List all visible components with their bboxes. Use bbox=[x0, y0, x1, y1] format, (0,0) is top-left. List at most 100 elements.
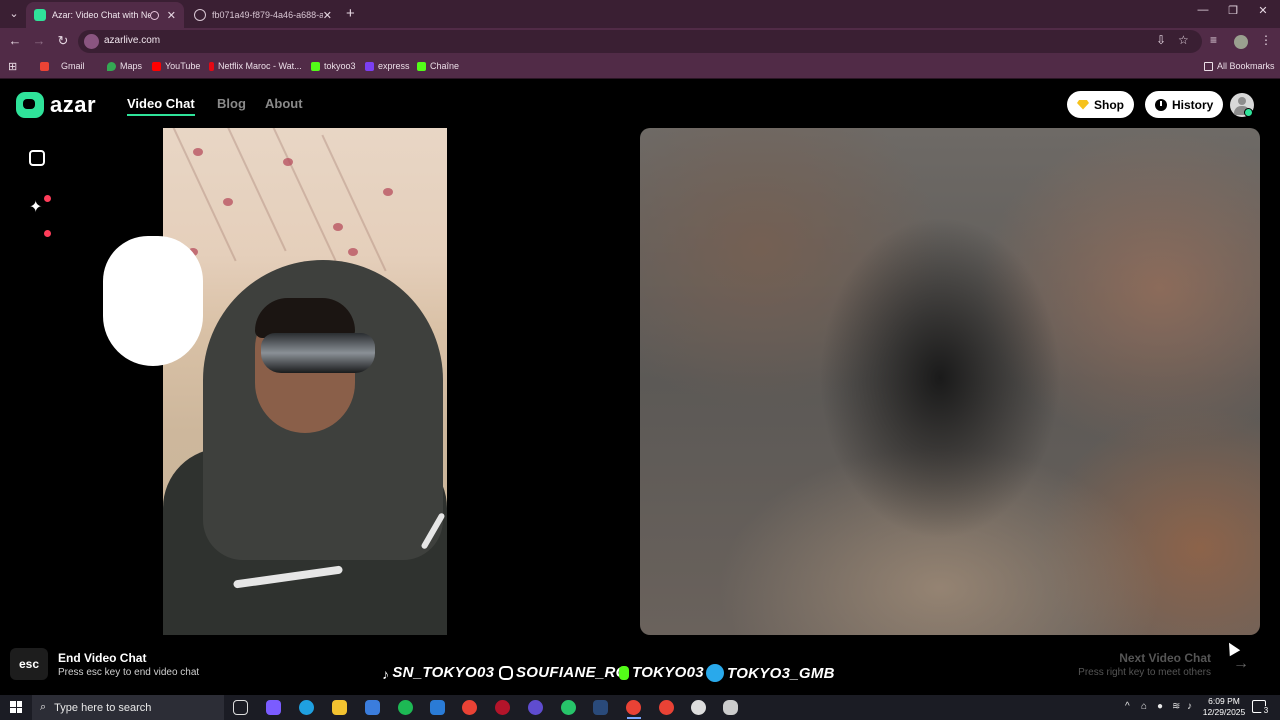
bookmark-gmail[interactable]: Gmail bbox=[40, 61, 85, 71]
azar-favicon-icon bbox=[34, 9, 46, 21]
tab-search-icon[interactable]: ⌄ bbox=[6, 6, 22, 22]
sparkle-effects-icon[interactable]: ✦ bbox=[29, 200, 45, 216]
express-icon bbox=[365, 61, 374, 71]
taskbar-date[interactable]: 12/29/2025 bbox=[1201, 707, 1247, 717]
notification-dot bbox=[44, 230, 51, 237]
folder-icon bbox=[1204, 61, 1213, 71]
social-handle: TOKYO3_GMB bbox=[727, 664, 835, 682]
notification-dot bbox=[44, 195, 51, 202]
nav-about[interactable]: About bbox=[265, 96, 303, 111]
end-chat-title[interactable]: End Video Chat bbox=[58, 651, 146, 665]
azar-logo-icon bbox=[16, 92, 44, 118]
tab-second[interactable]: fb071a49-f879-4a46-a688-a78 ✕ bbox=[186, 2, 340, 28]
close-window-button[interactable]: ✕ bbox=[1248, 4, 1278, 17]
wifi-icon[interactable]: ≋ bbox=[1172, 701, 1180, 712]
shop-button[interactable]: Shop bbox=[1067, 91, 1134, 118]
mail-icon[interactable] bbox=[430, 700, 445, 715]
taskbar-search[interactable]: ⌕ Type here to search bbox=[32, 695, 224, 720]
tiktok-icon: ♪ bbox=[382, 665, 390, 682]
reload-button[interactable]: ↻ bbox=[54, 33, 72, 49]
steam-icon[interactable] bbox=[593, 700, 608, 715]
tab-azar[interactable]: Azar: Video Chat with New ✕ bbox=[26, 2, 184, 28]
bookmark-tokyoo3[interactable]: tokyoo3 bbox=[311, 61, 356, 71]
back-button[interactable]: ← bbox=[6, 33, 24, 48]
all-bookmarks[interactable]: All Bookmarks bbox=[1204, 61, 1275, 71]
store-icon[interactable] bbox=[365, 700, 380, 715]
copilot-icon[interactable] bbox=[266, 700, 281, 715]
globe-icon bbox=[194, 9, 206, 21]
address-toolbar: ← → ↻ azarlive.com ⇩ ☆ ≡ ⋮ bbox=[0, 28, 1280, 55]
forward-button[interactable]: → bbox=[30, 33, 48, 48]
end-chat-hint: Press esc key to end video chat bbox=[58, 667, 200, 678]
spotify-icon[interactable] bbox=[398, 700, 413, 715]
close-tab-icon[interactable]: ✕ bbox=[167, 9, 176, 22]
chrome-icon[interactable] bbox=[462, 700, 477, 715]
browser-tab-strip: ⌄ Azar: Video Chat with New ✕ fb071a49-f… bbox=[0, 0, 1280, 28]
bookmark-chaine[interactable]: Chaîne bbox=[417, 61, 459, 71]
bookmark-star-icon[interactable]: ☆ bbox=[1178, 33, 1189, 47]
maximize-button[interactable]: ❐ bbox=[1218, 4, 1248, 17]
media-control-icon[interactable]: ≡ bbox=[1210, 33, 1217, 47]
nav-video-chat[interactable]: Video Chat bbox=[127, 96, 195, 111]
social-handle: SOUFIANE_RO bbox=[516, 664, 628, 681]
site-info-icon[interactable] bbox=[84, 34, 99, 49]
install-app-icon[interactable]: ⇩ bbox=[1156, 33, 1166, 47]
azar-logo[interactable]: azar bbox=[16, 92, 96, 118]
shop-label: Shop bbox=[1094, 97, 1124, 112]
windows-start-icon[interactable] bbox=[10, 701, 22, 713]
taskbar-time[interactable]: 6:09 PM bbox=[1204, 696, 1244, 706]
app-icon[interactable] bbox=[495, 700, 510, 715]
next-chat-hint: Press right key to meet others bbox=[1078, 667, 1211, 678]
bookmark-maps[interactable]: Maps bbox=[107, 61, 142, 71]
tab-title: fb071a49-f879-4a46-a688-a78 bbox=[212, 10, 323, 20]
app-icon[interactable] bbox=[691, 700, 706, 715]
browser-menu-icon[interactable]: ⋮ bbox=[1260, 33, 1272, 47]
social-kick: TOKYO03 bbox=[619, 664, 704, 681]
recording-icon bbox=[149, 10, 159, 20]
volume-icon[interactable]: ♪ bbox=[1187, 701, 1192, 712]
microphone-icon[interactable]: ● bbox=[1157, 701, 1163, 712]
app-icon[interactable] bbox=[561, 700, 576, 715]
partner-video-panel bbox=[640, 128, 1260, 635]
bookmark-youtube[interactable]: YouTube bbox=[152, 61, 200, 71]
apps-grid-icon[interactable]: ⊞ bbox=[8, 60, 17, 73]
close-tab-icon[interactable]: ✕ bbox=[323, 9, 332, 22]
network-icon[interactable]: ⌂ bbox=[1141, 701, 1147, 712]
tab-title: Azar: Video Chat with New bbox=[52, 10, 150, 20]
diamond-icon bbox=[1077, 99, 1089, 110]
url-bar[interactable]: azarlive.com ⇩ ☆ bbox=[78, 30, 1202, 53]
active-nav-indicator bbox=[127, 114, 195, 116]
history-label: History bbox=[1172, 97, 1214, 112]
end-chat-key[interactable]: esc bbox=[10, 648, 48, 680]
minimize-button[interactable]: — bbox=[1188, 4, 1218, 16]
app-icon[interactable] bbox=[723, 700, 738, 715]
instagram-icon bbox=[499, 665, 513, 680]
bookmark-express[interactable]: express bbox=[365, 61, 410, 71]
maps-icon bbox=[107, 61, 116, 71]
chrome-active-icon[interactable] bbox=[626, 700, 641, 715]
profile-avatar[interactable] bbox=[1234, 35, 1248, 49]
windows-taskbar: ⌕ Type here to search ^ ⌂ ● ≋ ♪ 6:09 PM … bbox=[0, 695, 1280, 720]
history-button[interactable]: History bbox=[1145, 91, 1224, 118]
social-handle: TOKYO03 bbox=[632, 664, 704, 681]
task-view-icon[interactable] bbox=[233, 700, 248, 715]
kick-icon bbox=[417, 61, 426, 71]
edge-icon[interactable] bbox=[299, 700, 314, 715]
new-tab-button[interactable]: + bbox=[346, 5, 355, 22]
self-camera-feed bbox=[163, 128, 447, 635]
logo-text: azar bbox=[50, 92, 97, 117]
social-tiktok: ♪ SN_TOKYO03 bbox=[382, 664, 494, 682]
file-explorer-icon[interactable] bbox=[332, 700, 347, 715]
chrome-icon[interactable] bbox=[659, 700, 674, 715]
clock-icon bbox=[1155, 98, 1167, 111]
bookmark-netflix[interactable]: Netflix Maroc - Wat... bbox=[209, 61, 302, 71]
netflix-icon bbox=[209, 61, 214, 71]
app-icon[interactable] bbox=[528, 700, 543, 715]
face-filter-icon[interactable] bbox=[103, 236, 203, 366]
kick-icon bbox=[619, 665, 629, 680]
expand-icon[interactable] bbox=[29, 150, 45, 166]
tray-chevron-icon[interactable]: ^ bbox=[1125, 701, 1130, 712]
nav-blog[interactable]: Blog bbox=[217, 96, 246, 111]
kick-icon bbox=[311, 61, 320, 71]
next-chat-title[interactable]: Next Video Chat bbox=[1119, 651, 1211, 665]
